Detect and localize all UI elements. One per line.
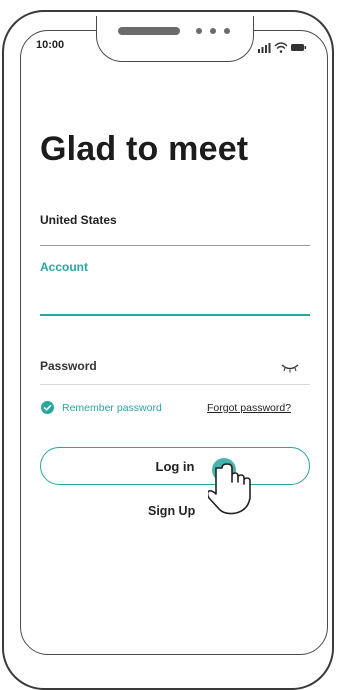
hand-pointer-icon (206, 452, 272, 525)
country-divider (40, 245, 310, 246)
speaker-grille (118, 27, 180, 35)
signup-link[interactable]: Sign Up (148, 504, 195, 518)
forgot-password-link[interactable]: Forgot password? (207, 402, 291, 414)
login-button-label: Log in (155, 458, 195, 474)
password-field[interactable]: Password (40, 359, 97, 373)
signal-icon (258, 43, 271, 53)
checkmark-icon (43, 404, 52, 411)
phone-screen (20, 30, 328, 655)
status-icons (258, 40, 318, 54)
password-underline (40, 384, 310, 385)
account-input[interactable] (40, 280, 310, 310)
battery-icon (291, 44, 307, 51)
eye-closed-icon[interactable] (281, 360, 299, 378)
phone-notch (96, 16, 254, 62)
account-underline (40, 314, 310, 316)
page-title: Glad to meet (40, 130, 249, 168)
remember-password-label[interactable]: Remember password (62, 402, 162, 414)
status-time: 10:00 (36, 39, 65, 51)
account-label: Account (40, 260, 88, 274)
country-selector[interactable]: United States (40, 213, 117, 227)
wifi-icon (274, 42, 288, 53)
remember-checkbox[interactable] (41, 401, 54, 414)
